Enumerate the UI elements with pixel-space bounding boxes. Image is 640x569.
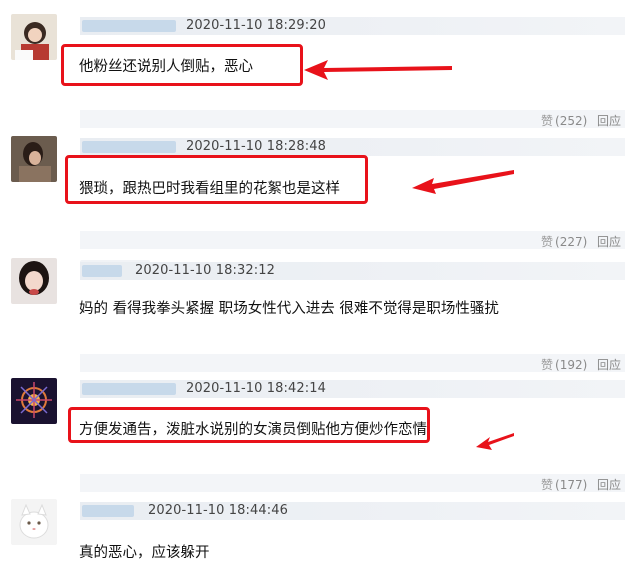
comment-header: 2020-11-10 18:28:48 bbox=[80, 138, 625, 156]
reply-button[interactable]: 回应 bbox=[597, 476, 621, 493]
comment-timestamp: 2020-11-10 18:29:20 bbox=[186, 18, 326, 33]
comment-timestamp: 2020-11-10 18:42:14 bbox=[186, 381, 326, 396]
comment-text: 妈的 看得我拳头紧握 职场女性代入进去 很难不觉得是职场性骚扰 bbox=[79, 301, 499, 317]
comment-header: 2020-11-10 18:32:12 bbox=[80, 262, 625, 280]
comment-header: 2020-11-10 18:42:14 bbox=[80, 380, 625, 398]
avatar[interactable] bbox=[11, 378, 57, 424]
like-button[interactable]: 赞 (252) bbox=[541, 112, 587, 129]
highlight-box bbox=[61, 44, 303, 86]
red-arrow bbox=[412, 170, 514, 194]
username-blurred[interactable] bbox=[82, 20, 176, 32]
avatar[interactable] bbox=[11, 499, 57, 545]
thumbs-up-icon: 赞 bbox=[541, 358, 554, 372]
comment-timestamp: 2020-11-10 18:44:46 bbox=[148, 503, 288, 518]
comment-timestamp: 2020-11-10 18:32:12 bbox=[135, 263, 275, 278]
reply-button[interactable]: 回应 bbox=[597, 112, 621, 129]
like-button[interactable]: 赞 (192) bbox=[541, 356, 587, 373]
username-blurred[interactable] bbox=[82, 383, 176, 395]
username-blurred[interactable] bbox=[82, 505, 134, 517]
username-blurred[interactable] bbox=[82, 141, 176, 153]
comment-header: 2020-11-10 18:44:46 bbox=[80, 502, 625, 520]
highlight-box bbox=[65, 155, 368, 204]
username-blurred[interactable] bbox=[82, 265, 122, 277]
comment-timestamp: 2020-11-10 18:28:48 bbox=[186, 139, 326, 154]
avatar[interactable] bbox=[11, 258, 57, 304]
avatar[interactable] bbox=[11, 136, 57, 182]
thumbs-up-icon: 赞 bbox=[541, 235, 554, 249]
red-arrow bbox=[304, 60, 452, 80]
like-button[interactable]: 赞 (227) bbox=[541, 233, 587, 250]
avatar[interactable] bbox=[11, 14, 57, 60]
comment-text: 真的恶心，应该躲开 bbox=[79, 545, 210, 561]
thumbs-up-icon: 赞 bbox=[541, 114, 554, 128]
thumbs-up-icon: 赞 bbox=[541, 478, 554, 492]
comment-header: 2020-11-10 18:29:20 bbox=[80, 17, 625, 35]
red-arrow bbox=[476, 433, 514, 450]
reply-button[interactable]: 回应 bbox=[597, 233, 621, 250]
highlight-box bbox=[68, 407, 430, 443]
reply-button[interactable]: 回应 bbox=[597, 356, 621, 373]
like-button[interactable]: 赞 (177) bbox=[541, 476, 587, 493]
